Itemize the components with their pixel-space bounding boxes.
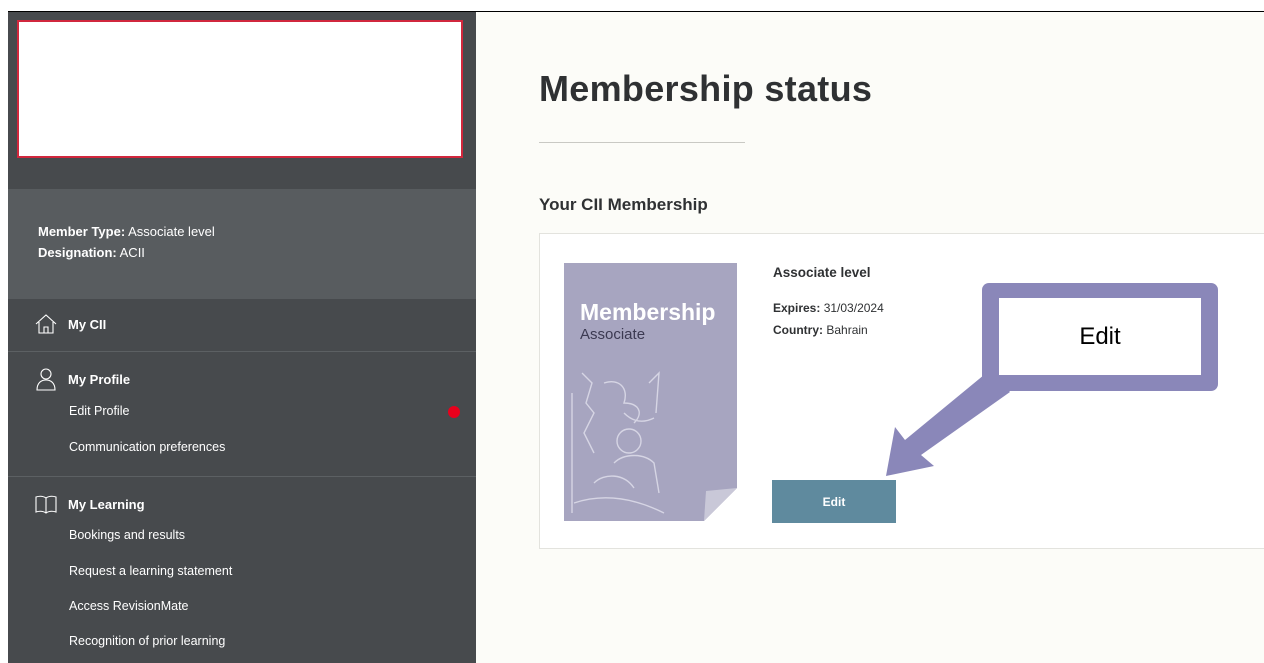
page-title: Membership status (539, 68, 873, 109)
nav-item-bookings-and-results[interactable]: Bookings and results (69, 528, 185, 542)
badge-title: Membership (580, 299, 716, 325)
logo-area (17, 20, 463, 158)
title-divider (539, 142, 745, 143)
book-icon (34, 492, 58, 516)
window-edge (0, 0, 8, 663)
expiry-date: Expires: 31/03/2024 (773, 301, 884, 315)
app-window: Member Type: Associate level Designation… (0, 0, 1264, 663)
nav-my-profile-label: My Profile (68, 371, 131, 387)
nav-item-revisionmate[interactable]: Access RevisionMate (69, 599, 189, 613)
home-icon (34, 312, 58, 336)
membership-level: Associate level (773, 265, 871, 280)
nav-my-learning[interactable]: My Learning (34, 490, 145, 518)
nav-my-learning-label: My Learning (68, 496, 145, 512)
section-title: Your CII Membership (539, 195, 708, 214)
country: Country: Bahrain (773, 323, 868, 337)
nav-my-cii[interactable]: My CII (34, 310, 106, 338)
membership-badge: Membership Associate (564, 263, 737, 521)
designation: Designation: ACII (38, 245, 145, 260)
nav-my-profile[interactable]: My Profile (34, 365, 130, 393)
membership-card: Membership Associate Associate level Exp… (539, 233, 1264, 549)
person-icon (34, 367, 58, 391)
badge-subtitle: Associate (580, 326, 646, 343)
edit-membership-button[interactable]: Edit (772, 480, 896, 523)
nav-divider (8, 351, 476, 352)
nav-item-learning-statement[interactable]: Request a learning statement (69, 564, 232, 578)
nav-item-prior-learning[interactable]: Recognition of prior learning (69, 634, 225, 648)
nav-item-edit-profile[interactable]: Edit Profile (69, 404, 129, 418)
annotation-callout-text: Edit (999, 298, 1201, 375)
sidebar: Member Type: Associate level Designation… (8, 12, 476, 663)
member-type: Member Type: Associate level (38, 224, 215, 239)
nav-my-cii-label: My CII (68, 316, 107, 332)
nav-divider (8, 476, 476, 477)
nav-item-communication-preferences[interactable]: Communication preferences (69, 440, 225, 454)
annotation-callout: Edit (982, 283, 1218, 391)
member-info-panel: Member Type: Associate level Designation… (8, 189, 476, 299)
notification-dot (448, 406, 460, 418)
